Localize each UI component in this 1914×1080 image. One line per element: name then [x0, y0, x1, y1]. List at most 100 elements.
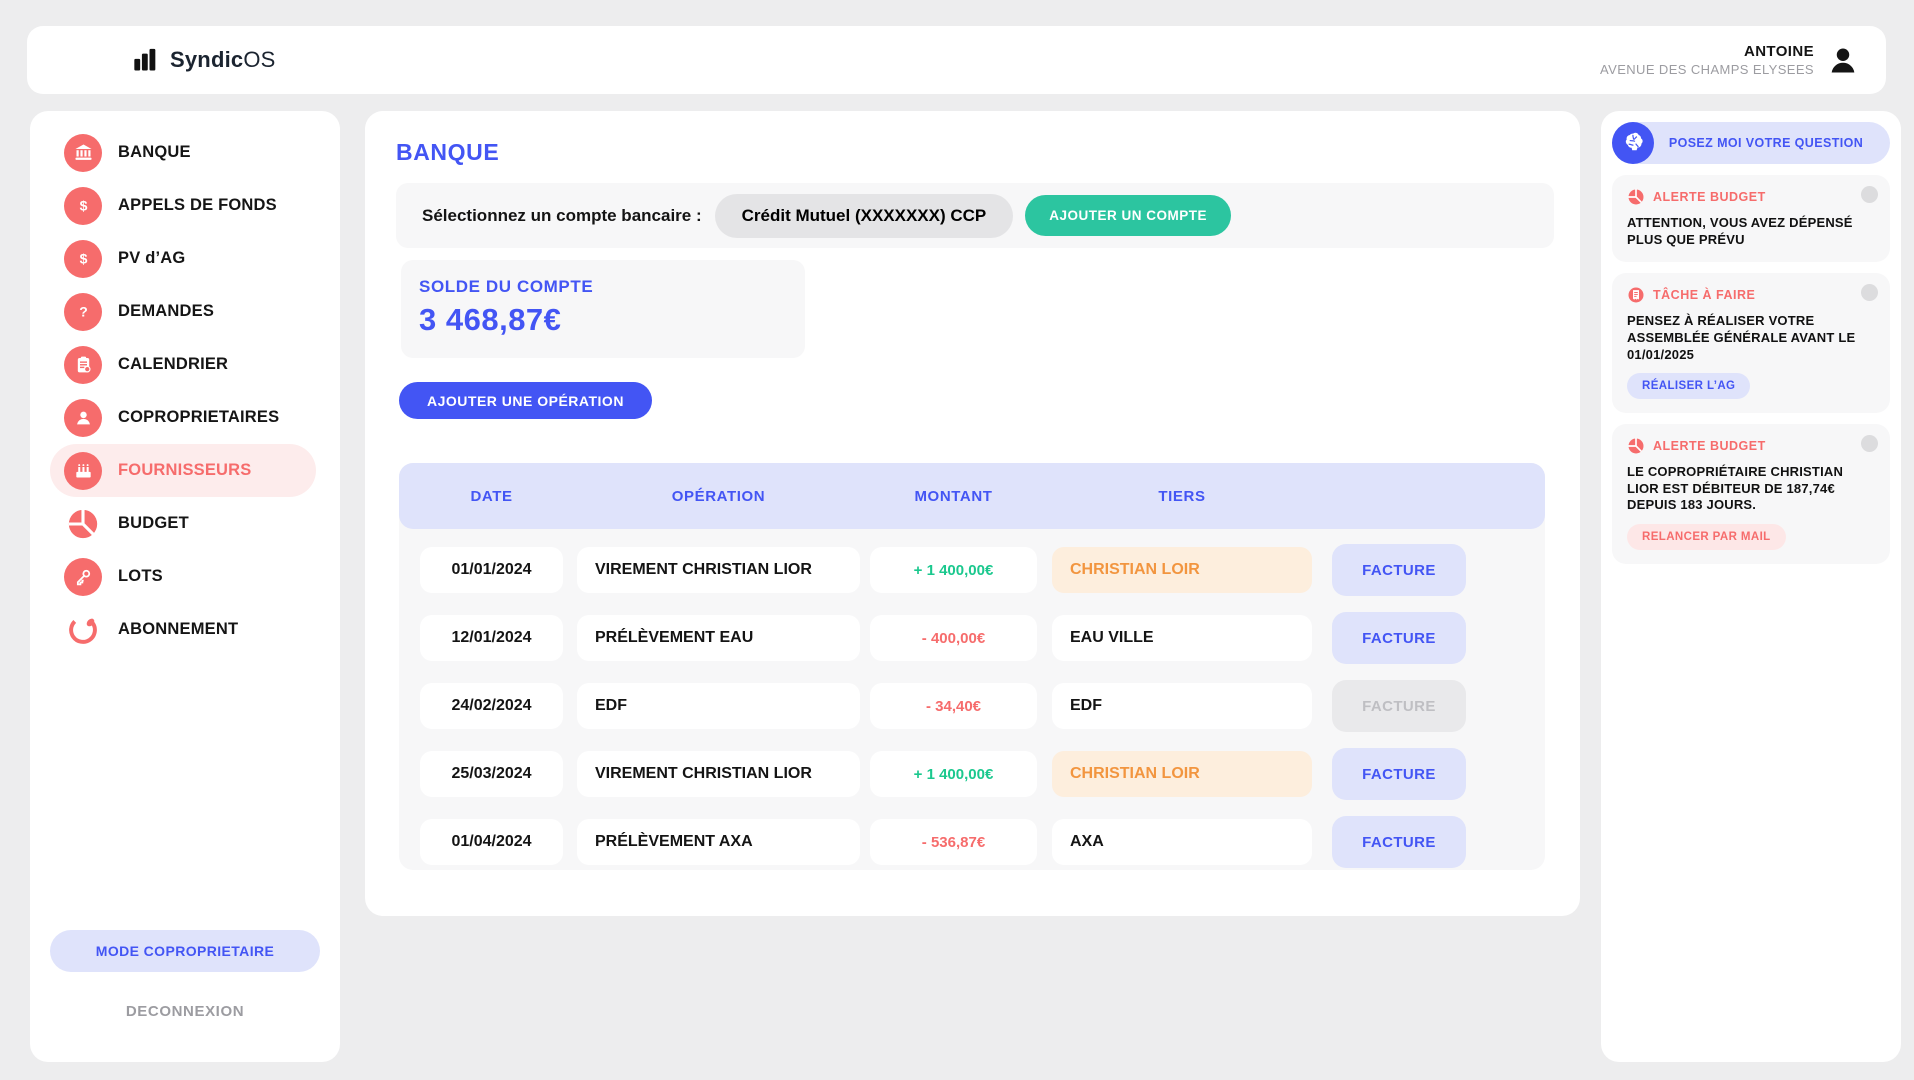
- question-icon: ?: [64, 293, 102, 331]
- cell-tiers: CHRISTIAN LOIR: [1052, 751, 1312, 797]
- card-tag: ALERTE BUDGET: [1653, 439, 1766, 453]
- assistant-cards: ALERTE BUDGET ATTENTION, VOUS AVEZ DÉPEN…: [1612, 175, 1890, 564]
- sidebar-item-abonnement[interactable]: ABONNEMENT: [50, 603, 316, 656]
- sidebar-item-coproprietaires[interactable]: COPROPRIETAIRES: [50, 391, 316, 444]
- table-row: 24/02/2024 EDF - 34,40€ EDF FACTURE: [399, 680, 1545, 732]
- mode-coproprietaire-button[interactable]: MODE COPROPRIETAIRE: [50, 930, 320, 972]
- table-header-row: DATE OPÉRATION MONTANT TIERS: [399, 463, 1545, 529]
- page-title: BANQUE: [396, 139, 499, 166]
- app-title: SyndicOS: [170, 47, 276, 73]
- ask-question-label: POSEZ MOI VOTRE QUESTION: [1669, 136, 1863, 150]
- person-icon: [64, 399, 102, 437]
- svg-text:$: $: [79, 197, 87, 213]
- sidebar-item-demandes[interactable]: ? DEMANDES: [50, 285, 316, 338]
- facture-button[interactable]: FACTURE: [1332, 816, 1466, 868]
- card-action-button[interactable]: RÉALISER L’AG: [1627, 373, 1750, 399]
- add-account-button[interactable]: AJOUTER UN COMPTE: [1025, 195, 1231, 236]
- task-icon: [1627, 286, 1645, 304]
- cell-tiers: EAU VILLE: [1052, 615, 1312, 661]
- cell-amount: - 400,00€: [870, 615, 1037, 661]
- card-body: LE COPROPRIÉTAIRE CHRISTIAN LIOR EST DÉB…: [1627, 464, 1875, 514]
- user-address: AVENUE DES CHAMPS ELYSEES: [1600, 62, 1814, 77]
- card-body: PENSEZ À RÉALISER VOTRE ASSEMBLÉE GÉNÉRA…: [1627, 313, 1875, 363]
- cell-operation: PRÉLÈVEMENT AXA: [577, 819, 860, 865]
- cell-tiers: AXA: [1052, 819, 1312, 865]
- bar-chart-logo-icon: [132, 46, 160, 74]
- facture-button[interactable]: FACTURE: [1332, 748, 1466, 800]
- notification-dot[interactable]: [1861, 186, 1878, 203]
- cell-date: 24/02/2024: [420, 683, 563, 729]
- sidebar-item-fournisseurs[interactable]: FOURNISSEURS: [50, 444, 316, 497]
- sidebar-item-lots[interactable]: LOTS: [50, 550, 316, 603]
- assistant-card: ALERTE BUDGET ATTENTION, VOUS AVEZ DÉPEN…: [1612, 175, 1890, 262]
- column-header-montant: MONTANT: [870, 488, 1037, 505]
- logout-button[interactable]: DECONNEXION: [30, 1003, 340, 1020]
- pie-chart-icon: [1627, 188, 1645, 206]
- table-row: 25/03/2024 VIREMENT CHRISTIAN LIOR + 1 4…: [399, 748, 1545, 800]
- operations-table: DATE OPÉRATION MONTANT TIERS 01/01/2024 VIR…: [399, 463, 1545, 870]
- cell-date: 12/01/2024: [420, 615, 563, 661]
- balance-label: SOLDE DU COMPTE: [419, 277, 805, 297]
- assistant-card: TÂCHE À FAIRE PENSEZ À RÉALISER VOTRE AS…: [1612, 273, 1890, 413]
- ask-question-button[interactable]: POSEZ MOI VOTRE QUESTION: [1612, 122, 1890, 164]
- cell-amount: + 1 400,00€: [870, 751, 1037, 797]
- notification-dot[interactable]: [1861, 284, 1878, 301]
- pie-chart-icon: [1627, 437, 1645, 455]
- cell-tiers: CHRISTIAN LOIR: [1052, 547, 1312, 593]
- table-row: 01/04/2024 PRÉLÈVEMENT AXA - 536,87€ AXA…: [399, 816, 1545, 868]
- sidebar-item-budget[interactable]: BUDGET: [50, 497, 316, 550]
- column-header-tiers: TIERS: [1052, 488, 1312, 505]
- assistant-panel: POSEZ MOI VOTRE QUESTION ALERTE BUDGET A…: [1601, 111, 1901, 1062]
- column-header-opration: OPÉRATION: [577, 488, 860, 505]
- cell-amount: - 536,87€: [870, 819, 1037, 865]
- facture-button[interactable]: FACTURE: [1332, 612, 1466, 664]
- bank-icon: [64, 134, 102, 172]
- balance-card: SOLDE DU COMPTE 3 468,87€: [401, 260, 805, 358]
- svg-text:$: $: [79, 250, 87, 266]
- account-select[interactable]: Crédit Mutuel (XXXXXXX) CCP: [715, 194, 1014, 238]
- sidebar-item-calendrier[interactable]: CALENDRIER: [50, 338, 316, 391]
- dollar-icon: $: [64, 240, 102, 278]
- cell-tiers: EDF: [1052, 683, 1312, 729]
- factory-icon: [64, 452, 102, 490]
- pen-icon: [64, 611, 102, 649]
- facture-button: FACTURE: [1332, 680, 1466, 732]
- cell-date: 01/04/2024: [420, 819, 563, 865]
- cell-operation: VIREMENT CHRISTIAN LIOR: [577, 547, 860, 593]
- cell-operation: EDF: [577, 683, 860, 729]
- app-logo: SyndicOS: [132, 46, 276, 74]
- table-row: 12/01/2024 PRÉLÈVEMENT EAU - 400,00€ EAU…: [399, 612, 1545, 664]
- pie-chart-icon: [64, 505, 102, 543]
- column-header-date: DATE: [420, 488, 563, 505]
- table-row: 01/01/2024 VIREMENT CHRISTIAN LIOR + 1 4…: [399, 544, 1545, 596]
- sidebar-item-banque[interactable]: BANQUE: [50, 126, 316, 179]
- sidebar: BANQUE $ APPELS DE FONDS $ PV d’AG ? DEM…: [30, 111, 340, 1062]
- cell-date: 25/03/2024: [420, 751, 563, 797]
- user-block[interactable]: ANTOINE AVENUE DES CHAMPS ELYSEES: [1600, 43, 1860, 77]
- cell-operation: VIREMENT CHRISTIAN LIOR: [577, 751, 860, 797]
- sidebar-nav: BANQUE $ APPELS DE FONDS $ PV d’AG ? DEM…: [30, 111, 340, 656]
- cell-date: 01/01/2024: [420, 547, 563, 593]
- cell-operation: PRÉLÈVEMENT EAU: [577, 615, 860, 661]
- card-tag: ALERTE BUDGET: [1653, 190, 1766, 204]
- app-header: SyndicOS ANTOINE AVENUE DES CHAMPS ELYSE…: [27, 26, 1886, 94]
- brain-icon: [1612, 122, 1654, 164]
- sidebar-item-pv-d-ag[interactable]: $ PV d’AG: [50, 232, 316, 285]
- cell-amount: + 1 400,00€: [870, 547, 1037, 593]
- cell-amount: - 34,40€: [870, 683, 1037, 729]
- notification-dot[interactable]: [1861, 435, 1878, 452]
- card-body: ATTENTION, VOUS AVEZ DÉPENSÉ PLUS QUE PR…: [1627, 215, 1875, 248]
- calendar-icon: [64, 346, 102, 384]
- account-selector-bar: Sélectionnez un compte bancaire : Crédit…: [396, 183, 1554, 248]
- card-action-button[interactable]: RELANCER PAR MAIL: [1627, 524, 1786, 550]
- avatar-icon[interactable]: [1826, 43, 1860, 77]
- assistant-card: ALERTE BUDGET LE COPROPRIÉTAIRE CHRISTIA…: [1612, 424, 1890, 564]
- account-select-label: Sélectionnez un compte bancaire :: [422, 206, 702, 226]
- sidebar-item-appels-de-fonds[interactable]: $ APPELS DE FONDS: [50, 179, 316, 232]
- add-operation-button[interactable]: AJOUTER UNE OPÉRATION: [399, 382, 652, 419]
- facture-button[interactable]: FACTURE: [1332, 544, 1466, 596]
- svg-text:?: ?: [79, 303, 88, 319]
- key-icon: [64, 558, 102, 596]
- user-name: ANTOINE: [1600, 43, 1814, 60]
- dollar-icon: $: [64, 187, 102, 225]
